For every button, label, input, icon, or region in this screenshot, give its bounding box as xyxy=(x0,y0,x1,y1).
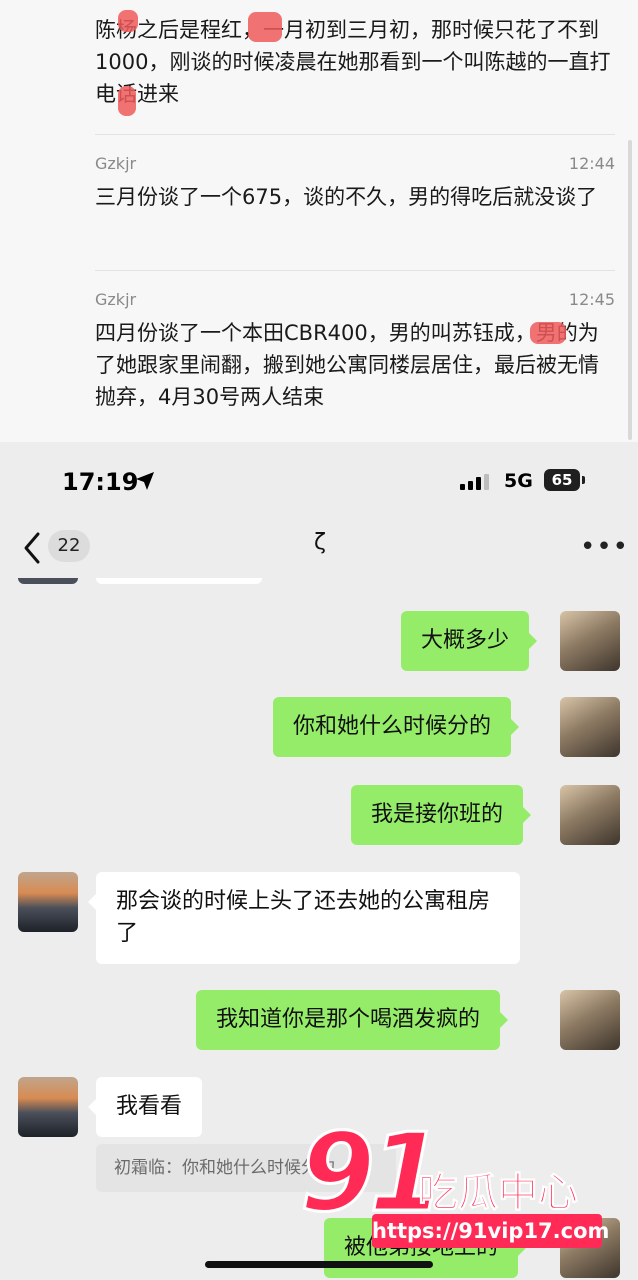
message-bubble-outgoing[interactable]: 大概多少 xyxy=(401,611,538,671)
scrollbar[interactable] xyxy=(628,140,632,440)
watermark-url: https://91vip17.com xyxy=(372,1214,609,1248)
unread-count-badge[interactable]: 22 xyxy=(48,530,90,562)
record-time: 12:45 xyxy=(568,290,615,309)
record-item: Gzkjr 12:45 四月份谈了一个本田CBR400，男的叫苏钰成，男的为了她… xyxy=(95,290,615,413)
avatar-contact[interactable] xyxy=(18,872,78,932)
avatar[interactable] xyxy=(18,578,78,584)
redaction-mark xyxy=(118,10,138,32)
battery-icon: 65 xyxy=(544,469,580,491)
record-time: 12:44 xyxy=(568,154,615,173)
status-time: 17:19 xyxy=(62,468,139,496)
chat-title: ζ xyxy=(314,530,326,555)
redaction-mark xyxy=(248,12,282,42)
record-text: 三月份谈了一个675，谈的不久，男的得吃后就没谈了 xyxy=(95,185,598,209)
network-type: 5G xyxy=(504,470,533,492)
redaction-mark xyxy=(118,86,136,116)
avatar-self[interactable] xyxy=(560,611,620,671)
record-sender: Gzkjr xyxy=(95,154,137,173)
record-item: Gzkjr 12:44 三月份谈了一个675，谈的不久，男的得吃后就没谈了 xyxy=(95,154,615,213)
location-arrow-icon xyxy=(136,472,154,490)
battery-cap xyxy=(582,476,585,484)
message-bubble-outgoing[interactable]: 你和她什么时候分的 xyxy=(273,697,520,757)
message-bubble-incoming[interactable]: 我看看 xyxy=(87,1077,203,1137)
record-sender: Gzkjr xyxy=(95,290,137,309)
avatar-contact[interactable] xyxy=(18,1077,78,1137)
divider xyxy=(95,270,615,271)
forwarded-record-panel: 陈杨之后是程红，一月初到三月初，那时候只花了不到1000，刚谈的时候凌晨在她那看… xyxy=(0,0,638,442)
cellular-signal-icon xyxy=(460,474,489,490)
record-text: 陈杨之后是程红，一月初到三月初，那时候只花了不到1000，刚谈的时候凌晨在她那看… xyxy=(95,18,611,106)
message-bubble-incoming[interactable]: 那会谈的时候上头了还去她的公寓租房了 xyxy=(88,872,520,964)
message-bubble-outgoing[interactable]: 我知道你是那个喝酒发疯的 xyxy=(196,990,509,1050)
avatar-self[interactable] xyxy=(560,785,620,845)
home-indicator[interactable] xyxy=(205,1261,433,1268)
chevron-left-icon xyxy=(24,532,40,564)
watermark-logo-text: 吃瓜中心 xyxy=(418,1170,579,1217)
message-bubble-incoming[interactable] xyxy=(96,578,262,584)
redaction-mark xyxy=(530,322,566,344)
message-bubble-outgoing[interactable]: 我是接你班的 xyxy=(351,785,532,845)
avatar-self[interactable] xyxy=(560,990,620,1050)
record-item: 陈杨之后是程红，一月初到三月初，那时候只花了不到1000，刚谈的时候凌晨在她那看… xyxy=(95,14,615,110)
avatar-self[interactable] xyxy=(560,697,620,757)
more-options-button[interactable]: ••• xyxy=(580,532,629,562)
divider xyxy=(95,134,615,135)
